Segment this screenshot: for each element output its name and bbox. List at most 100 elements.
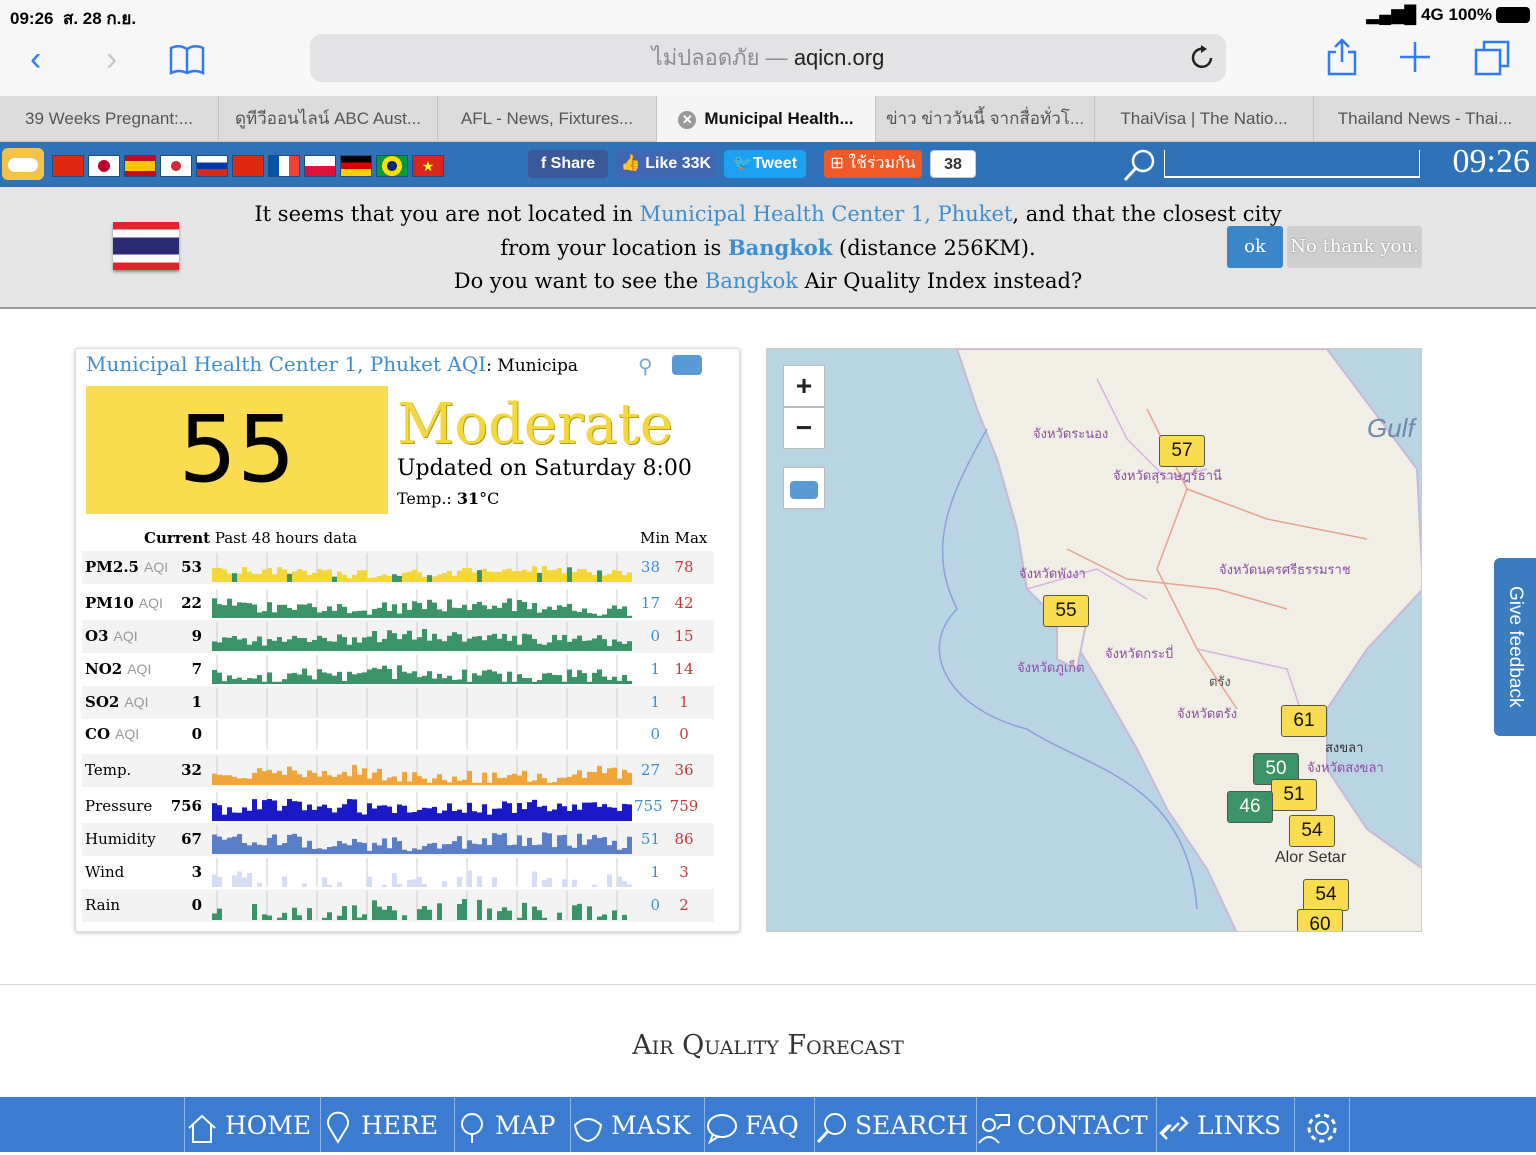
- map-marker[interactable]: 60: [1297, 909, 1343, 931]
- table-row[interactable]: CO AQI 0 0 0: [82, 718, 714, 751]
- history-bar: [622, 606, 627, 618]
- nav-map[interactable]: MAP: [454, 1097, 570, 1152]
- zoom-in-button[interactable]: +: [783, 365, 825, 407]
- map-marker[interactable]: 57: [1159, 435, 1205, 467]
- forward-icon[interactable]: ›: [106, 42, 117, 76]
- new-tab-icon[interactable]: [1398, 40, 1432, 79]
- history-bar: [622, 643, 627, 651]
- give-feedback-button[interactable]: Give feedback: [1494, 558, 1536, 736]
- tweet-button[interactable]: 🐦Tweet: [724, 150, 806, 178]
- flag-france-icon[interactable]: [268, 155, 300, 177]
- tab-thaivisa[interactable]: ThaiVisa | The Natio...: [1095, 96, 1314, 142]
- weather-icon[interactable]: [2, 148, 44, 180]
- history-bar: [557, 640, 562, 651]
- flag-germany-icon[interactable]: [340, 155, 372, 177]
- closest-city-link[interactable]: Bangkok: [728, 235, 832, 260]
- tab-pregnant[interactable]: 39 Weeks Pregnant:...: [0, 96, 219, 142]
- tab-abc[interactable]: ดูทีวีออนไลน์ ABC Aust...: [219, 96, 438, 142]
- tabs-overview-icon[interactable]: [1474, 40, 1510, 81]
- search-icon[interactable]: [1122, 147, 1158, 188]
- address-bar[interactable]: ไม่ปลอดภัย — aqicn.org: [310, 34, 1226, 82]
- table-row[interactable]: PM2.5 AQI 53 38 78: [82, 551, 714, 584]
- tab-municipal-health[interactable]: ✕ Municipal Health...: [657, 96, 876, 142]
- map-layers-button[interactable]: [783, 467, 825, 509]
- close-tab-icon[interactable]: ✕: [678, 111, 697, 129]
- history-bar: [392, 574, 397, 582]
- table-row[interactable]: Pressure 756 755 759: [82, 790, 714, 823]
- history-bar: [417, 572, 422, 582]
- flag-vietnam-icon[interactable]: ★: [412, 155, 444, 177]
- table-row[interactable]: Wind 3 1 3: [82, 856, 714, 889]
- nav-mask[interactable]: MASK: [570, 1097, 704, 1152]
- facebook-share-button[interactable]: f Share: [528, 150, 608, 178]
- ok-button[interactable]: ok: [1227, 226, 1283, 268]
- table-row[interactable]: NO2 AQI 7 1 14: [82, 653, 714, 686]
- history-bar: [592, 613, 597, 618]
- nav-faq[interactable]: FAQ: [704, 1097, 814, 1152]
- map-marker[interactable]: 61: [1281, 705, 1327, 737]
- map-marker[interactable]: 54: [1289, 815, 1335, 847]
- flag-spain-icon[interactable]: [124, 155, 156, 177]
- station-map[interactable]: + − Gulf จังหวัดระนอง จังหวัดสุราษฎร์ธาน…: [766, 348, 1422, 932]
- flag-japan-icon[interactable]: [88, 155, 120, 177]
- map-marker[interactable]: 55: [1043, 595, 1089, 627]
- history-bar: [572, 847, 577, 854]
- nav-home[interactable]: HOME: [184, 1097, 320, 1152]
- nav-search[interactable]: SEARCH: [814, 1097, 976, 1152]
- history-bar: [372, 842, 377, 854]
- history-bar: [487, 782, 492, 785]
- site-search-input[interactable]: [1164, 150, 1420, 178]
- bangkok-aqi-link[interactable]: Bangkok: [705, 269, 798, 293]
- station-title[interactable]: Municipal Health Center 1, Phuket AQI: M…: [86, 352, 578, 376]
- map-marker[interactable]: 46: [1227, 791, 1273, 823]
- nav-links[interactable]: LINKS: [1156, 1097, 1294, 1152]
- history-bar: [547, 811, 552, 821]
- tab-thai-news[interactable]: ข่าว ข่าววันนี้ จากสื่อทั่วโ...: [876, 96, 1095, 142]
- tab-afl[interactable]: AFL - News, Fixtures...: [438, 96, 657, 142]
- flag-poland-icon[interactable]: [304, 155, 336, 177]
- nav-here[interactable]: HERE: [320, 1097, 454, 1152]
- table-row[interactable]: Humidity 67 51 86: [82, 823, 714, 856]
- flag-korea-icon[interactable]: [160, 155, 192, 177]
- map-marker[interactable]: 54: [1303, 879, 1349, 911]
- join-share-button[interactable]: ⊞ ใช้ร่วมกัน: [824, 150, 922, 178]
- bookmarks-icon[interactable]: [168, 42, 206, 81]
- table-row[interactable]: Temp. 32 27 36: [82, 754, 714, 787]
- history-bar: [597, 806, 602, 821]
- history-bar: [412, 569, 417, 582]
- nav-contact[interactable]: CONTACT: [976, 1097, 1156, 1152]
- layers-icon[interactable]: [672, 355, 702, 375]
- reload-icon[interactable]: [1188, 44, 1216, 77]
- status-indicators: ▂▄▆█ 4G 100%: [1366, 5, 1492, 24]
- history-bar: [572, 905, 577, 920]
- history-bar: [372, 609, 377, 618]
- history-bar: [412, 848, 417, 854]
- flag-brazil-icon[interactable]: [376, 155, 408, 177]
- history-bar: [297, 774, 302, 785]
- table-row[interactable]: Rain 0 0 2: [82, 889, 714, 922]
- tab-thailand-news[interactable]: Thailand News - Thai...: [1314, 96, 1536, 142]
- table-row[interactable]: SO2 AQI 1 1 1: [82, 686, 714, 719]
- flag-china-icon[interactable]: [52, 155, 84, 177]
- flag-hongkong-icon[interactable]: [232, 155, 264, 177]
- history-bar: [212, 874, 217, 887]
- map-label: สงขลา: [1325, 740, 1364, 755]
- history-bar: [442, 641, 447, 651]
- no-thank-you-button[interactable]: No thank you.: [1287, 226, 1422, 268]
- history-bar: [462, 899, 467, 920]
- nav-settings[interactable]: [1294, 1097, 1350, 1152]
- zoom-out-button[interactable]: −: [783, 407, 825, 449]
- plus-box-icon: ⊞: [830, 155, 844, 172]
- table-header: Current Past 48 hours data: [144, 529, 358, 547]
- back-icon[interactable]: ‹: [30, 42, 41, 76]
- history-bar: [577, 670, 582, 684]
- facebook-like-button[interactable]: 👍 Like 33K: [616, 150, 716, 178]
- satellite-icon[interactable]: ⚲: [638, 354, 653, 379]
- history-bar: [602, 639, 607, 651]
- share-icon[interactable]: [1326, 38, 1358, 81]
- flag-russia-icon[interactable]: [196, 155, 228, 177]
- table-row[interactable]: PM10 AQI 22 17 42: [82, 587, 714, 620]
- table-row[interactable]: O3 AQI 9 0 15: [82, 620, 714, 653]
- current-station-link[interactable]: Municipal Health Center 1, Phuket: [640, 202, 1013, 226]
- map-marker[interactable]: 51: [1271, 779, 1317, 811]
